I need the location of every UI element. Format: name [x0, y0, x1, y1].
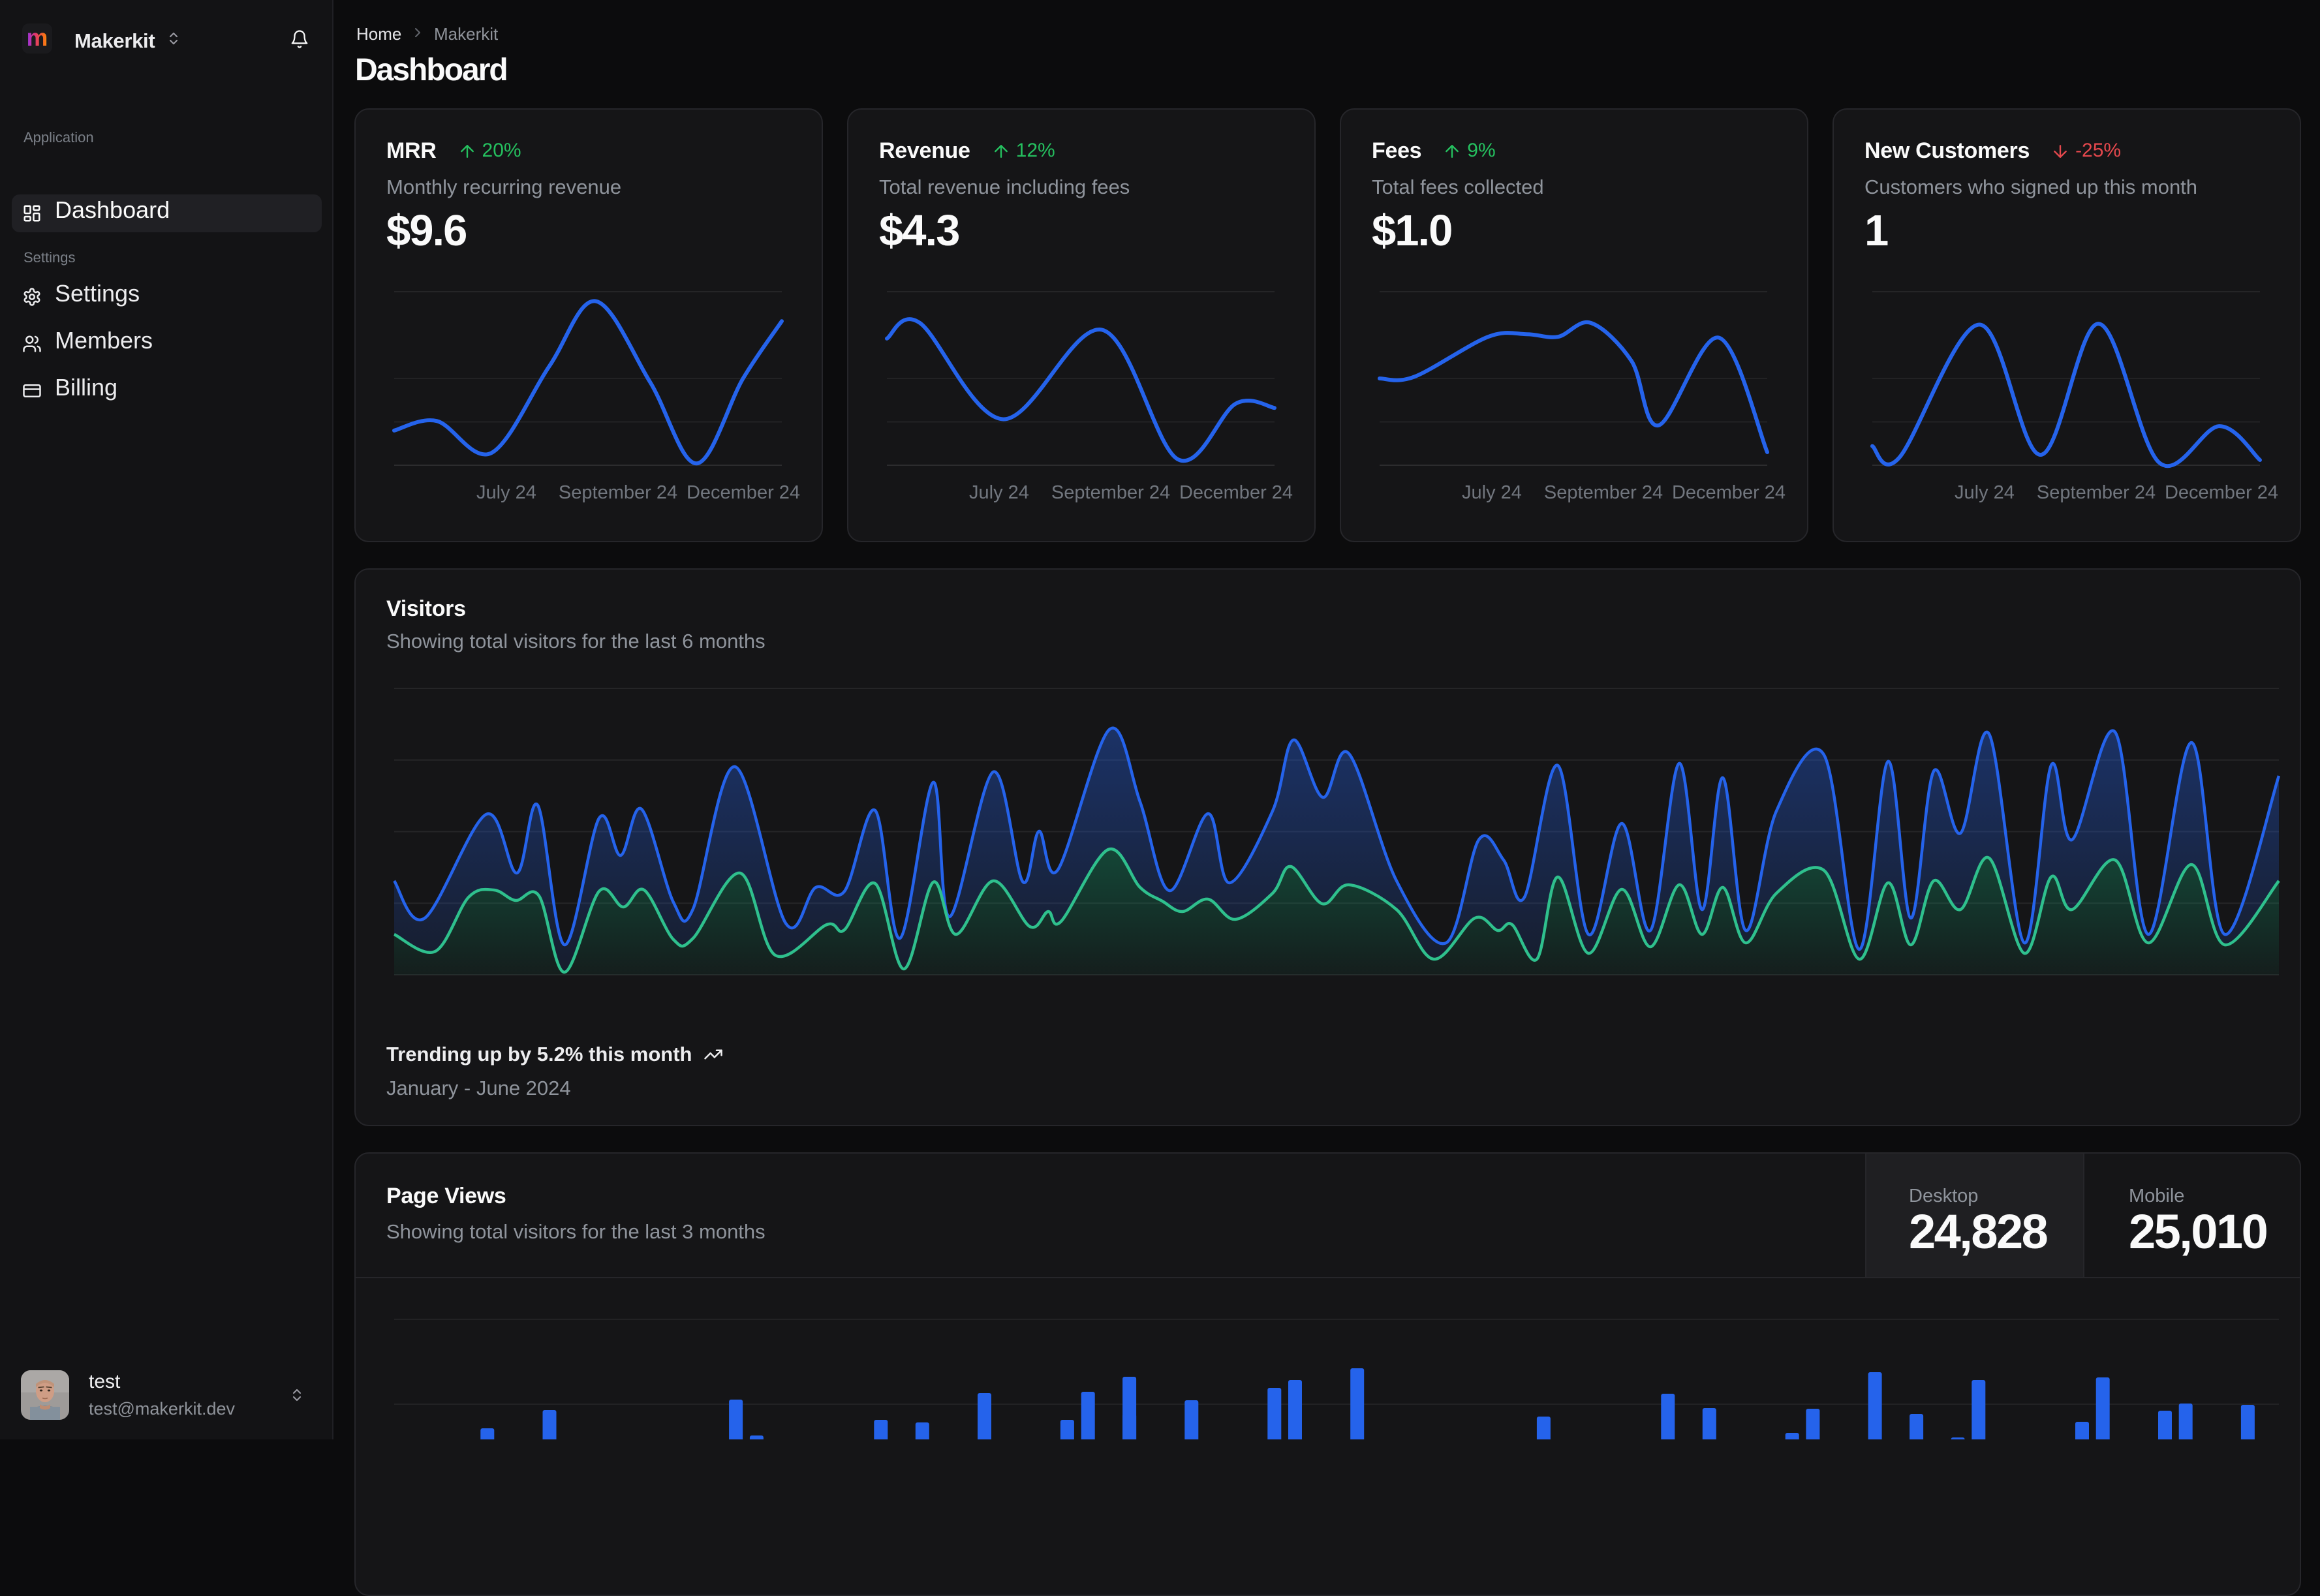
svg-text:m: m — [27, 24, 48, 51]
